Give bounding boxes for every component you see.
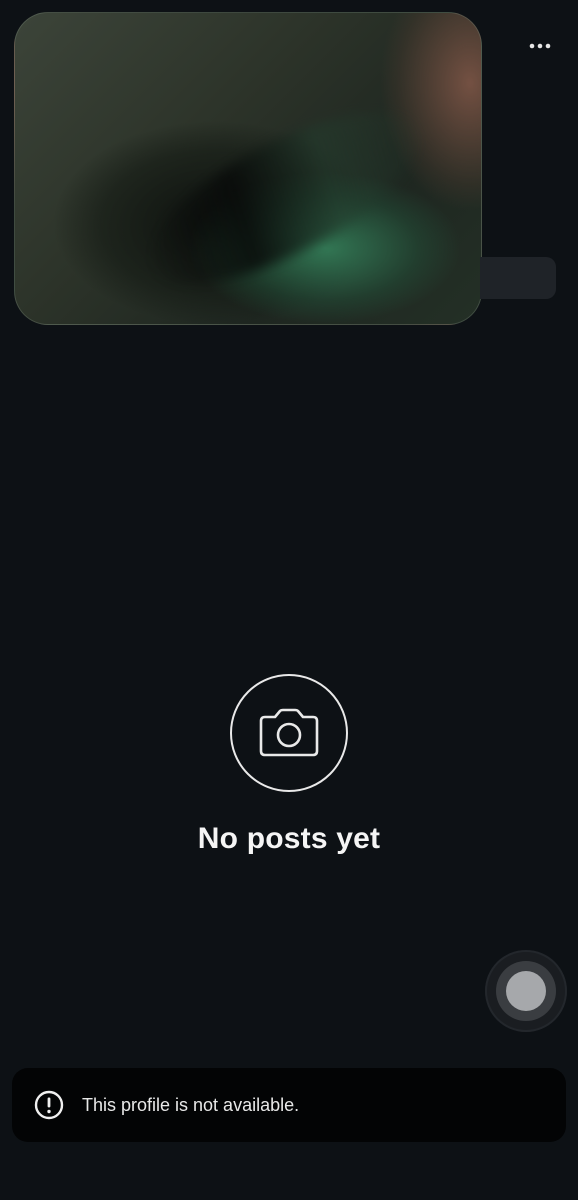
empty-state-title: No posts yet xyxy=(197,822,381,855)
toast-message: This profile is not available. xyxy=(82,1094,300,1115)
floating-action-button[interactable] xyxy=(485,950,567,1032)
profile-placeholder-bar xyxy=(480,257,556,299)
unavailable-profile-toast: This profile is not available. xyxy=(12,1068,566,1142)
fab-ring xyxy=(496,961,556,1021)
more-horizontal-icon xyxy=(529,43,551,49)
alert-circle-icon xyxy=(34,1090,64,1120)
toast-icon-wrapper xyxy=(34,1090,64,1120)
fab-dot-icon xyxy=(506,971,546,1011)
camera-icon xyxy=(259,708,319,757)
empty-posts-state: No posts yet xyxy=(0,674,578,856)
profile-screen: No posts yet This profile is not availab… xyxy=(0,0,578,1200)
camera-circle xyxy=(230,674,348,792)
more-options-button[interactable] xyxy=(520,32,560,60)
floating-video-preview[interactable] xyxy=(14,12,482,325)
video-frame-content xyxy=(126,79,444,317)
